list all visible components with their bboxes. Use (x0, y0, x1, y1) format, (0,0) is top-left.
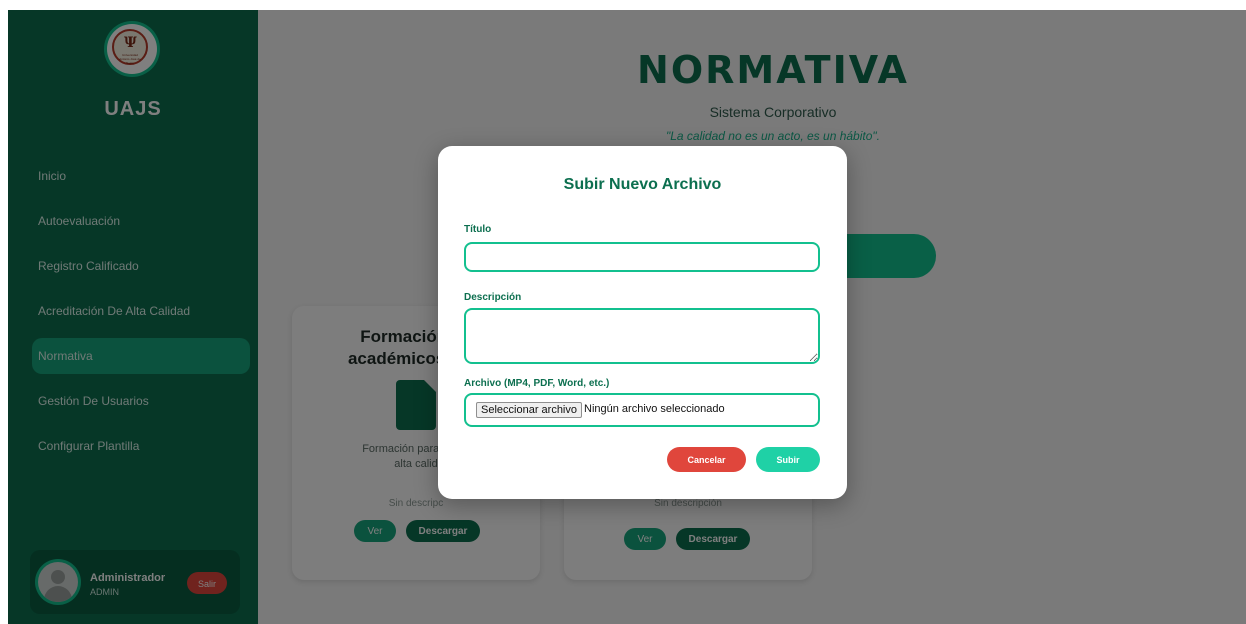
submit-button[interactable]: Subir (756, 447, 820, 472)
file-input[interactable]: Seleccionar archivo Ningún archivo selec… (464, 393, 820, 427)
modal-title: Subir Nuevo Archivo (563, 176, 722, 193)
upload-modal: Subir Nuevo Archivo Título Descripción A… (438, 146, 847, 499)
description-label: Descripción (464, 292, 522, 303)
description-input[interactable] (464, 308, 820, 364)
select-file-button[interactable]: Seleccionar archivo (476, 402, 582, 418)
file-status: Ningún archivo seleccionado (584, 403, 725, 415)
cancel-button[interactable]: Cancelar (667, 447, 746, 472)
file-label: Archivo (MP4, PDF, Word, etc.) (464, 378, 610, 389)
title-input[interactable] (464, 242, 820, 272)
title-label: Título (464, 224, 492, 235)
app-frame: Ψ Universidad Antonio José de Sucre UAJS… (8, 10, 1246, 624)
